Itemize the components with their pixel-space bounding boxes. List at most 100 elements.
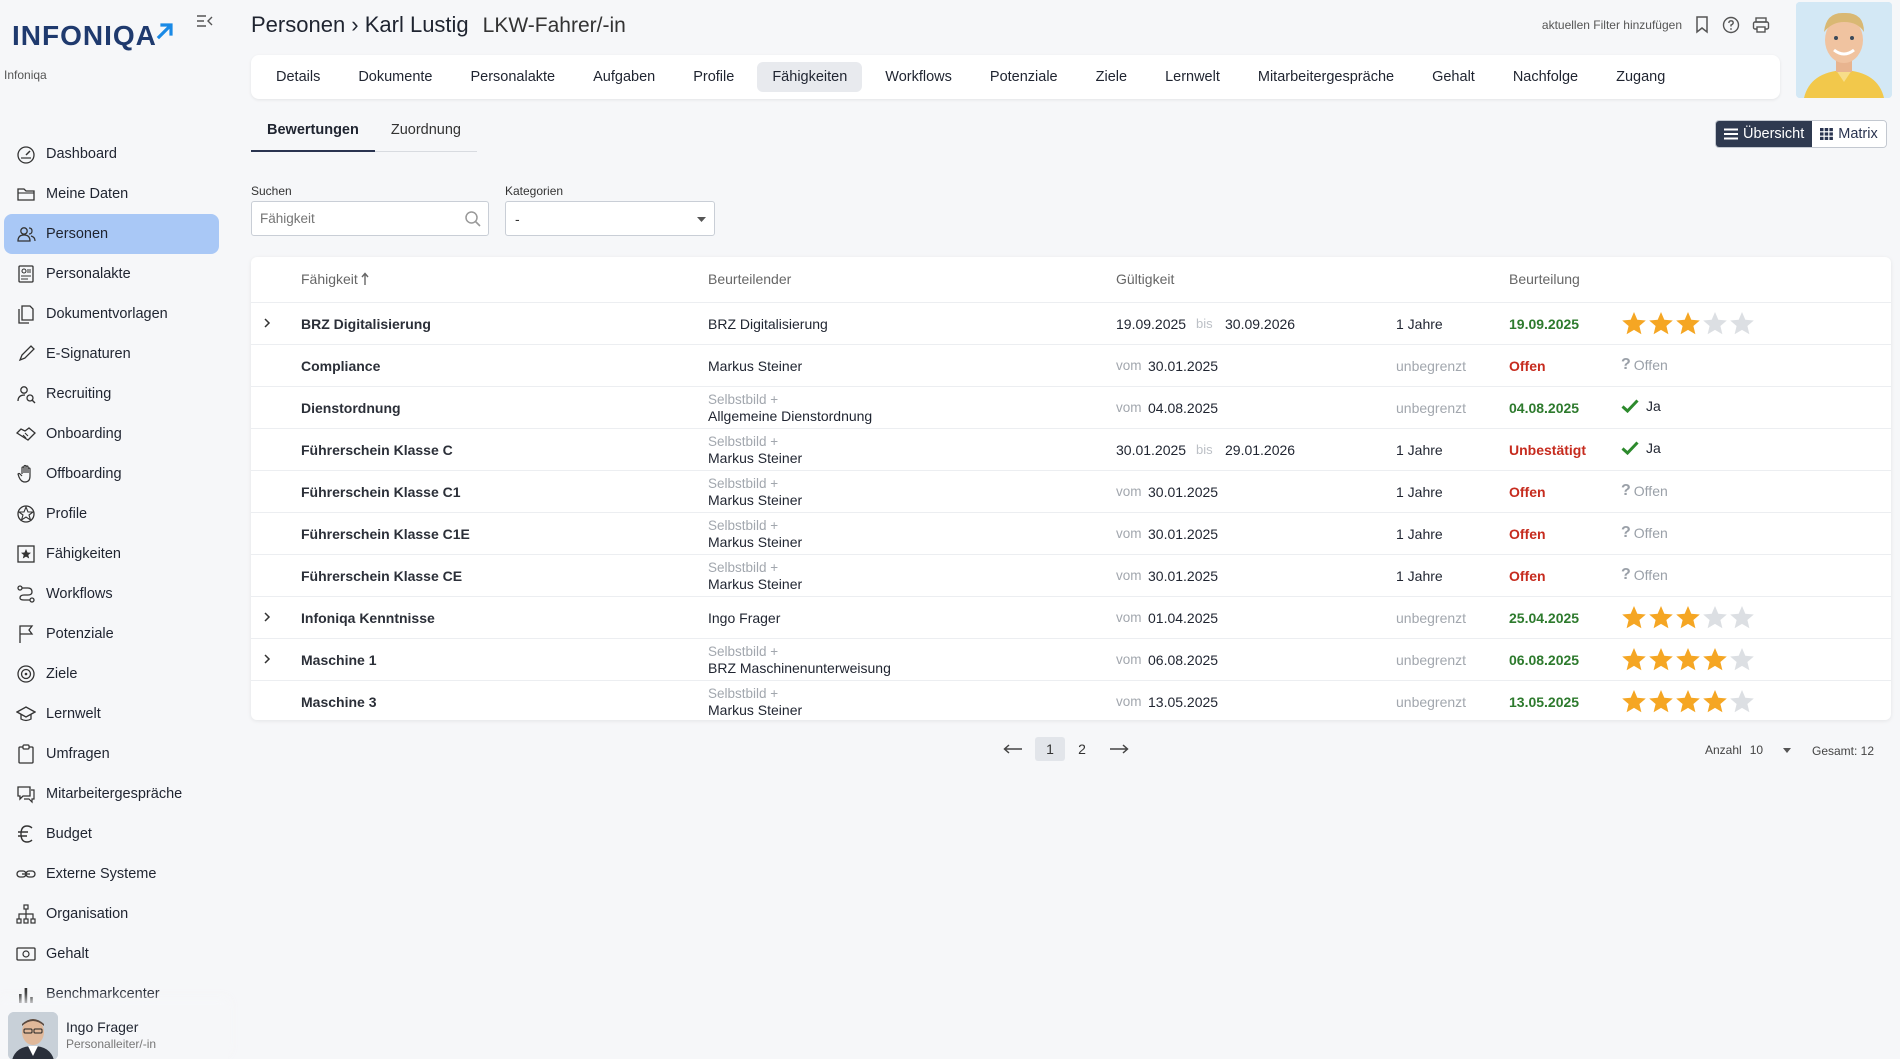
table-row[interactable]: BRZ Digitalisierung BRZ Digitalisierung 19… [251, 302, 1891, 344]
skill-name[interactable]: Führerschein Klasse CE [301, 568, 462, 584]
graduation-icon [14, 702, 38, 726]
clipboard-icon [14, 742, 38, 766]
table-row[interactable]: Infoniqa Kenntnisse Ingo Frager vom 01.04.2… [251, 596, 1891, 638]
sidebar-item-budget[interactable]: Budget [4, 814, 219, 854]
help-icon[interactable] [1722, 16, 1740, 34]
sidebar-item-umfragen[interactable]: Umfragen [4, 734, 219, 774]
sidebar-item-offboarding[interactable]: Offboarding [4, 454, 219, 494]
page-button[interactable]: 1 [1035, 737, 1065, 761]
tab-potenziale[interactable]: Potenziale [975, 62, 1073, 92]
tab-nachfolge[interactable]: Nachfolge [1498, 62, 1593, 92]
sidebar-item-profile[interactable]: Profile [4, 494, 219, 534]
sidebar-item-label: Lernwelt [46, 706, 101, 722]
column-header-assessment[interactable]: Beurteilung [1509, 271, 1580, 287]
skill-name[interactable]: Maschine 3 [301, 694, 376, 710]
sidebar-item-gehalt[interactable]: Gehalt [4, 934, 219, 974]
sidebar-item-personen[interactable]: Personen [4, 214, 219, 254]
table-row[interactable]: Compliance Markus Steiner vom 30.01.2025 unb… [251, 344, 1891, 386]
validity-from-date: 30.01.2025 [1148, 484, 1219, 500]
person-photo[interactable] [1796, 2, 1892, 98]
breadcrumb-path[interactable]: Personen › Karl Lustig [251, 12, 469, 38]
expand-chevron-icon[interactable] [263, 653, 271, 665]
table-row[interactable]: Maschine 3 Selbstbild + Markus Steiner vom 1… [251, 680, 1891, 722]
tab-aufgaben[interactable]: Aufgaben [578, 62, 670, 92]
tab-workflows[interactable]: Workflows [870, 62, 967, 92]
bookmark-icon[interactable] [1694, 16, 1710, 34]
print-icon[interactable] [1752, 16, 1770, 34]
sidebar-item-fähigkeiten[interactable]: Fähigkeiten [4, 534, 219, 574]
sidebar-item-dashboard[interactable]: Dashboard [4, 134, 219, 174]
star-rating[interactable] [1621, 647, 1755, 672]
skill-name[interactable]: BRZ Digitalisierung [301, 316, 431, 332]
skill-name[interactable]: Dienstordnung [301, 400, 401, 416]
sidebar-item-ziele[interactable]: Ziele [4, 654, 219, 694]
expand-chevron-icon[interactable] [263, 317, 271, 329]
overview-view-button[interactable]: Übersicht [1716, 121, 1813, 147]
current-user[interactable]: Ingo Frager Personalleiter/-in [0, 1005, 228, 1059]
sidebar-item-dokumentvorlagen[interactable]: Dokumentvorlagen [4, 294, 219, 334]
tab-mitarbeitergespräche[interactable]: Mitarbeitergespräche [1243, 62, 1409, 92]
skill-name[interactable]: Compliance [301, 358, 380, 374]
infoniqa-logo[interactable]: INFONIQA [12, 20, 175, 52]
sidebar-item-lernwelt[interactable]: Lernwelt [4, 694, 219, 734]
column-header-skill[interactable]: Fähigkeit [301, 271, 369, 287]
question-mark-icon: ? [1621, 566, 1631, 583]
tab-personalakte[interactable]: Personalakte [455, 62, 570, 92]
skill-name[interactable]: Maschine 1 [301, 652, 376, 668]
column-header-validity[interactable]: Gültigkeit [1116, 271, 1174, 287]
sidebar-item-externe-systeme[interactable]: Externe Systeme [4, 854, 219, 894]
star-rating[interactable] [1621, 689, 1755, 714]
column-header-evaluator[interactable]: Beurteilender [708, 271, 791, 287]
sidebar-item-mitarbeitergespräche[interactable]: Mitarbeitergespräche [4, 774, 219, 814]
skill-name[interactable]: Führerschein Klasse C [301, 442, 453, 458]
sidebar-item-personalakte[interactable]: Personalakte [4, 254, 219, 294]
table-row[interactable]: Maschine 1 Selbstbild + BRZ Maschinenunter… [251, 638, 1891, 680]
sidebar-item-organisation[interactable]: Organisation [4, 894, 219, 934]
tab-fähigkeiten[interactable]: Fähigkeiten [757, 62, 863, 92]
validity-duration: 1 Jahre [1396, 316, 1443, 332]
table-row[interactable]: Führerschein Klasse CE Selbstbild + Markus… [251, 554, 1891, 596]
validity-from-label: vom [1116, 568, 1142, 583]
sidebar-item-recruiting[interactable]: Recruiting [4, 374, 219, 414]
expand-chevron-icon[interactable] [263, 611, 271, 623]
star-rating[interactable] [1621, 605, 1755, 630]
tab-dokumente[interactable]: Dokumente [343, 62, 447, 92]
tab-gehalt[interactable]: Gehalt [1417, 62, 1490, 92]
collapse-sidebar-icon[interactable] [196, 14, 214, 28]
table-row[interactable]: Führerschein Klasse C Selbstbild + Markus … [251, 428, 1891, 470]
previous-page-icon[interactable] [1003, 744, 1023, 754]
tab-ziele[interactable]: Ziele [1081, 62, 1142, 92]
search-input[interactable] [260, 211, 460, 226]
header-evaluator-label: Beurteilender [708, 271, 792, 287]
skill-name[interactable]: Infoniqa Kenntnisse [301, 610, 435, 626]
assessment-status: Offen [1509, 526, 1546, 542]
next-page-icon[interactable] [1109, 744, 1129, 754]
rating-open-label: Offen [1633, 525, 1668, 541]
matrix-view-button[interactable]: Matrix [1812, 121, 1886, 147]
table-row[interactable]: Führerschein Klasse C1 Selbstbild + Markus… [251, 470, 1891, 512]
search-icon[interactable] [464, 210, 482, 228]
tab-profile[interactable]: Profile [678, 62, 749, 92]
tab-zugang[interactable]: Zugang [1601, 62, 1680, 92]
table-row[interactable]: Führerschein Klasse C1E Selbstbild + Marku… [251, 512, 1891, 554]
page-size-select[interactable]: 10 [1750, 743, 1792, 757]
sidebar-item-meine-daten[interactable]: Meine Daten [4, 174, 219, 214]
skill-name[interactable]: Führerschein Klasse C1E [301, 526, 470, 542]
add-filter-link[interactable]: aktuellen Filter hinzufügen [1542, 18, 1682, 32]
sidebar-item-onboarding[interactable]: Onboarding [4, 414, 219, 454]
tab-lernwelt[interactable]: Lernwelt [1150, 62, 1235, 92]
sidebar-item-label: Personalakte [46, 266, 131, 282]
tab-details[interactable]: Details [261, 62, 335, 92]
sidebar-item-label: Budget [46, 826, 92, 842]
category-select[interactable]: - [505, 201, 715, 236]
sidebar-item-workflows[interactable]: Workflows [4, 574, 219, 614]
subtab-bewertungen[interactable]: Bewertungen [251, 116, 375, 152]
page-button[interactable]: 2 [1067, 737, 1097, 761]
subtab-zuordnung[interactable]: Zuordnung [375, 116, 477, 151]
star-rating[interactable] [1621, 311, 1755, 336]
skill-name[interactable]: Führerschein Klasse C1 [301, 484, 461, 500]
sidebar-item-e-signaturen[interactable]: E-Signaturen [4, 334, 219, 374]
table-row[interactable]: Dienstordnung Selbstbild + Allgemeine Dien… [251, 386, 1891, 428]
sidebar-item-potenziale[interactable]: Potenziale [4, 614, 219, 654]
star-icon [14, 542, 38, 566]
